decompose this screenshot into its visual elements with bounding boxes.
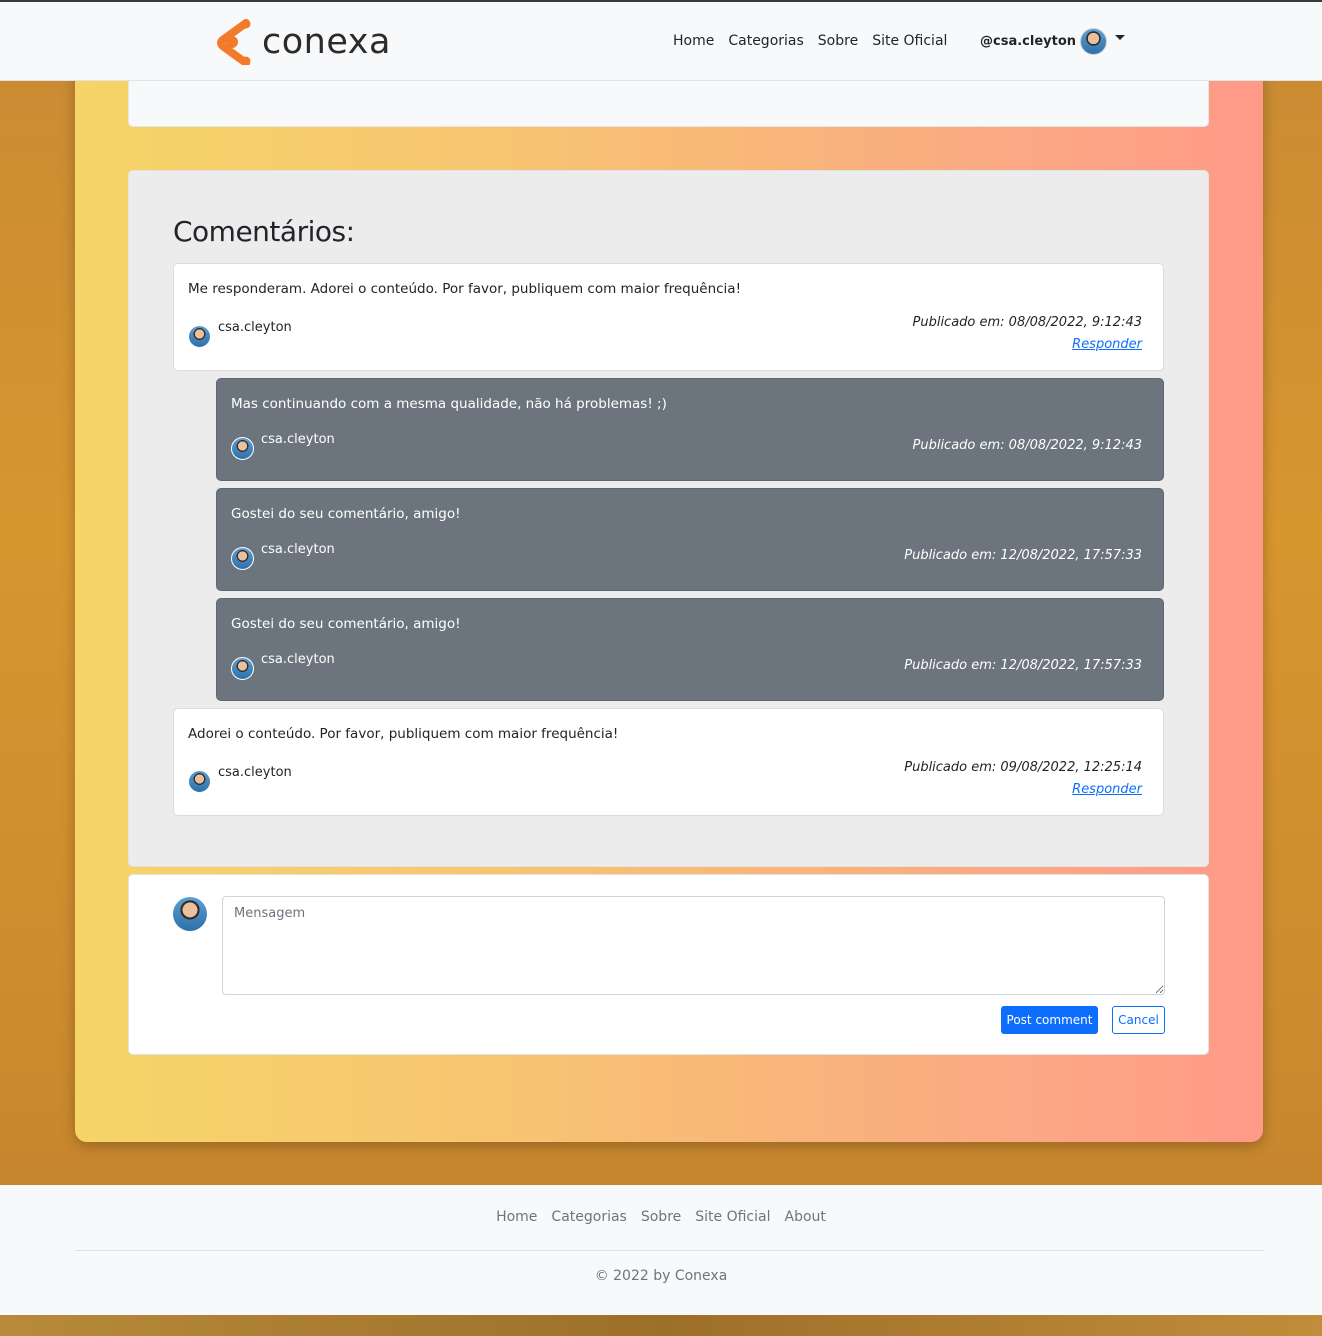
nav-link-sobre[interactable]: Sobre — [818, 33, 858, 49]
comment-item: Me responderam. Adorei o conteúdo. Por f… — [173, 263, 1164, 371]
footer-link-about[interactable]: About — [785, 1209, 826, 1225]
page-background-band — [0, 1315, 1322, 1336]
comment-date: Publicado em: 08/08/2022, 9:12:43 — [912, 438, 1143, 453]
comment-text: Me responderam. Adorei o conteúdo. Por f… — [188, 281, 741, 297]
user-avatar-icon — [231, 437, 254, 460]
footer-divider — [75, 1250, 1263, 1251]
comment-author: csa.cleyton — [231, 432, 335, 460]
comment-text: Gostei do seu comentário, amigo! — [231, 506, 461, 522]
footer: Home Categorias Sobre Site Oficial About… — [0, 1185, 1322, 1315]
brand-name: conexa — [262, 22, 391, 62]
comment-author-name: csa.cleyton — [261, 652, 335, 667]
user-avatar-icon — [188, 770, 211, 793]
brand-logo[interactable]: conexa — [216, 19, 391, 65]
nav-link-home[interactable]: Home — [673, 33, 714, 49]
user-handle: @csa.cleyton — [980, 34, 1077, 49]
comment-author-name: csa.cleyton — [218, 320, 292, 335]
user-avatar-icon — [1080, 28, 1108, 55]
footer-links: Home Categorias Sobre Site Oficial About — [0, 1209, 1322, 1225]
conexa-logo-icon — [217, 19, 251, 65]
comments-title: Comentários: — [173, 215, 355, 248]
user-avatar-icon — [231, 657, 254, 680]
navbar: conexa Home Categorias Sobre Site Oficia… — [0, 2, 1322, 81]
nav-links: Home Categorias Sobre Site Oficial — [673, 33, 947, 49]
comment-author-name: csa.cleyton — [261, 432, 335, 447]
user-avatar-icon — [231, 547, 254, 570]
caret-down-icon[interactable] — [1115, 35, 1126, 40]
comment-author: csa.cleyton — [188, 320, 292, 348]
comment-date: Publicado em: 08/08/2022, 9:12:43 — [912, 315, 1143, 330]
comment-item: Adorei o conteúdo. Por favor, publiquem … — [173, 708, 1164, 816]
user-menu-dropdown[interactable]: @csa.cleyton — [980, 28, 1126, 55]
comment-text: Adorei o conteúdo. Por favor, publiquem … — [188, 726, 619, 742]
footer-link-home[interactable]: Home — [496, 1209, 537, 1225]
message-textarea[interactable] — [222, 896, 1165, 995]
user-avatar-icon — [188, 325, 211, 348]
comment-author-name: csa.cleyton — [261, 542, 335, 557]
comment-text: Gostei do seu comentário, amigo! — [231, 616, 461, 632]
post-comment-button[interactable]: Post comment — [1001, 1006, 1098, 1034]
comment-date: Publicado em: 12/08/2022, 17:57:33 — [904, 658, 1142, 673]
reply-link[interactable]: Responder — [1072, 782, 1142, 797]
comment-date: Publicado em: 09/08/2022, 12:25:14 — [904, 760, 1142, 775]
reply-item: Gostei do seu comentário, amigo! csa.cle… — [216, 598, 1164, 701]
comment-author-name: csa.cleyton — [218, 765, 292, 780]
reply-item: Gostei do seu comentário, amigo! csa.cle… — [216, 488, 1164, 591]
cancel-button[interactable]: Cancel — [1112, 1006, 1165, 1034]
comment-date: Publicado em: 12/08/2022, 17:57:33 — [904, 548, 1142, 563]
footer-link-sobre[interactable]: Sobre — [641, 1209, 681, 1225]
comment-author: csa.cleyton — [231, 652, 335, 680]
user-avatar-icon — [173, 897, 207, 931]
reply-item: Mas continuando com a mesma qualidade, n… — [216, 378, 1164, 481]
comment-author: csa.cleyton — [231, 542, 335, 570]
comment-text: Mas continuando com a mesma qualidade, n… — [231, 396, 667, 412]
nav-link-categorias[interactable]: Categorias — [728, 33, 803, 49]
footer-link-site-oficial[interactable]: Site Oficial — [695, 1209, 770, 1225]
nav-link-site-oficial[interactable]: Site Oficial — [872, 33, 947, 49]
comment-author: csa.cleyton — [188, 765, 292, 793]
footer-link-categorias[interactable]: Categorias — [551, 1209, 626, 1225]
copyright-text: © 2022 by Conexa — [594, 1268, 728, 1284]
reply-link[interactable]: Responder — [1072, 337, 1142, 352]
